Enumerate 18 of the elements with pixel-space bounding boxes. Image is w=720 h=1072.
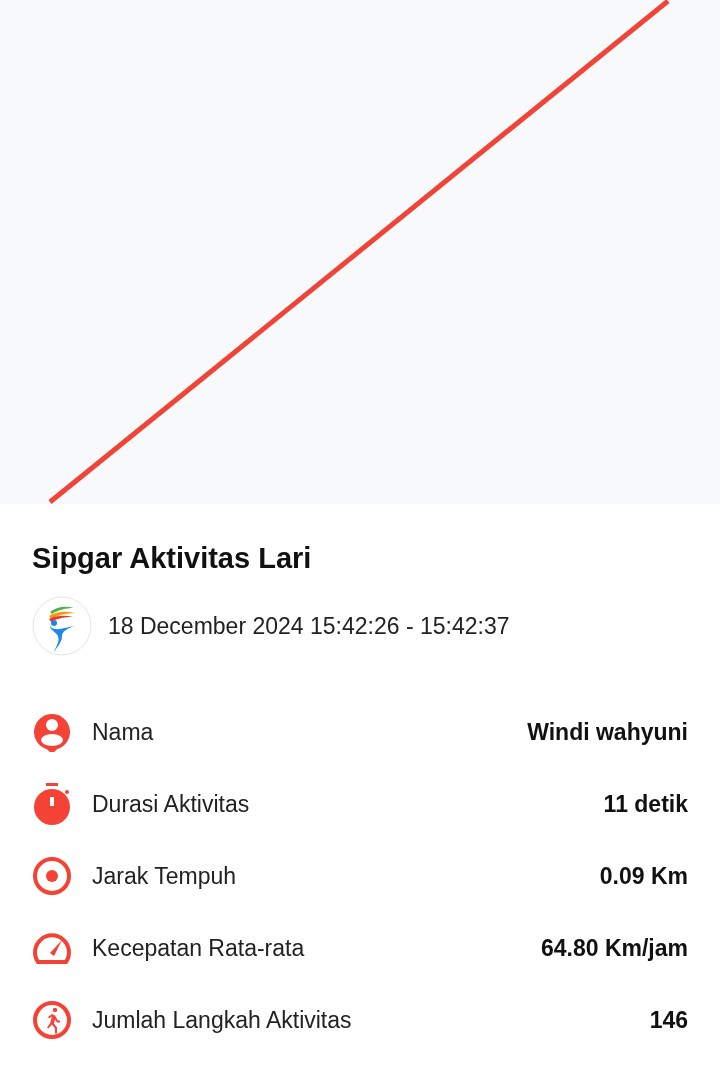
person-pin-icon [32, 712, 72, 753]
stat-label: Kecepatan Rata-rata [92, 934, 305, 963]
stopwatch-icon [32, 783, 72, 826]
stat-label: Jumlah Langkah Aktivitas [92, 1006, 352, 1035]
stat-label: Durasi Aktivitas [92, 790, 250, 819]
target-icon [32, 856, 72, 897]
stat-value: 11 detik [603, 790, 688, 819]
stat-value: 0.09 Km [599, 862, 688, 891]
time-range: 18 December 2024 15:42:26 - 15:42:37 [108, 612, 510, 641]
activity-title: Sipgar Aktivitas Lari [32, 541, 313, 576]
stat-label: Jarak Tempuh [92, 862, 237, 891]
speedometer-icon [32, 932, 72, 965]
stat-label: Nama [92, 718, 154, 747]
runner-icon [32, 1000, 72, 1041]
logo-icon [32, 596, 92, 657]
stat-value: 146 [649, 1006, 688, 1035]
stat-value: Windi wahyuni [527, 718, 688, 747]
stat-value: 64.80 Km/jam [540, 934, 688, 963]
